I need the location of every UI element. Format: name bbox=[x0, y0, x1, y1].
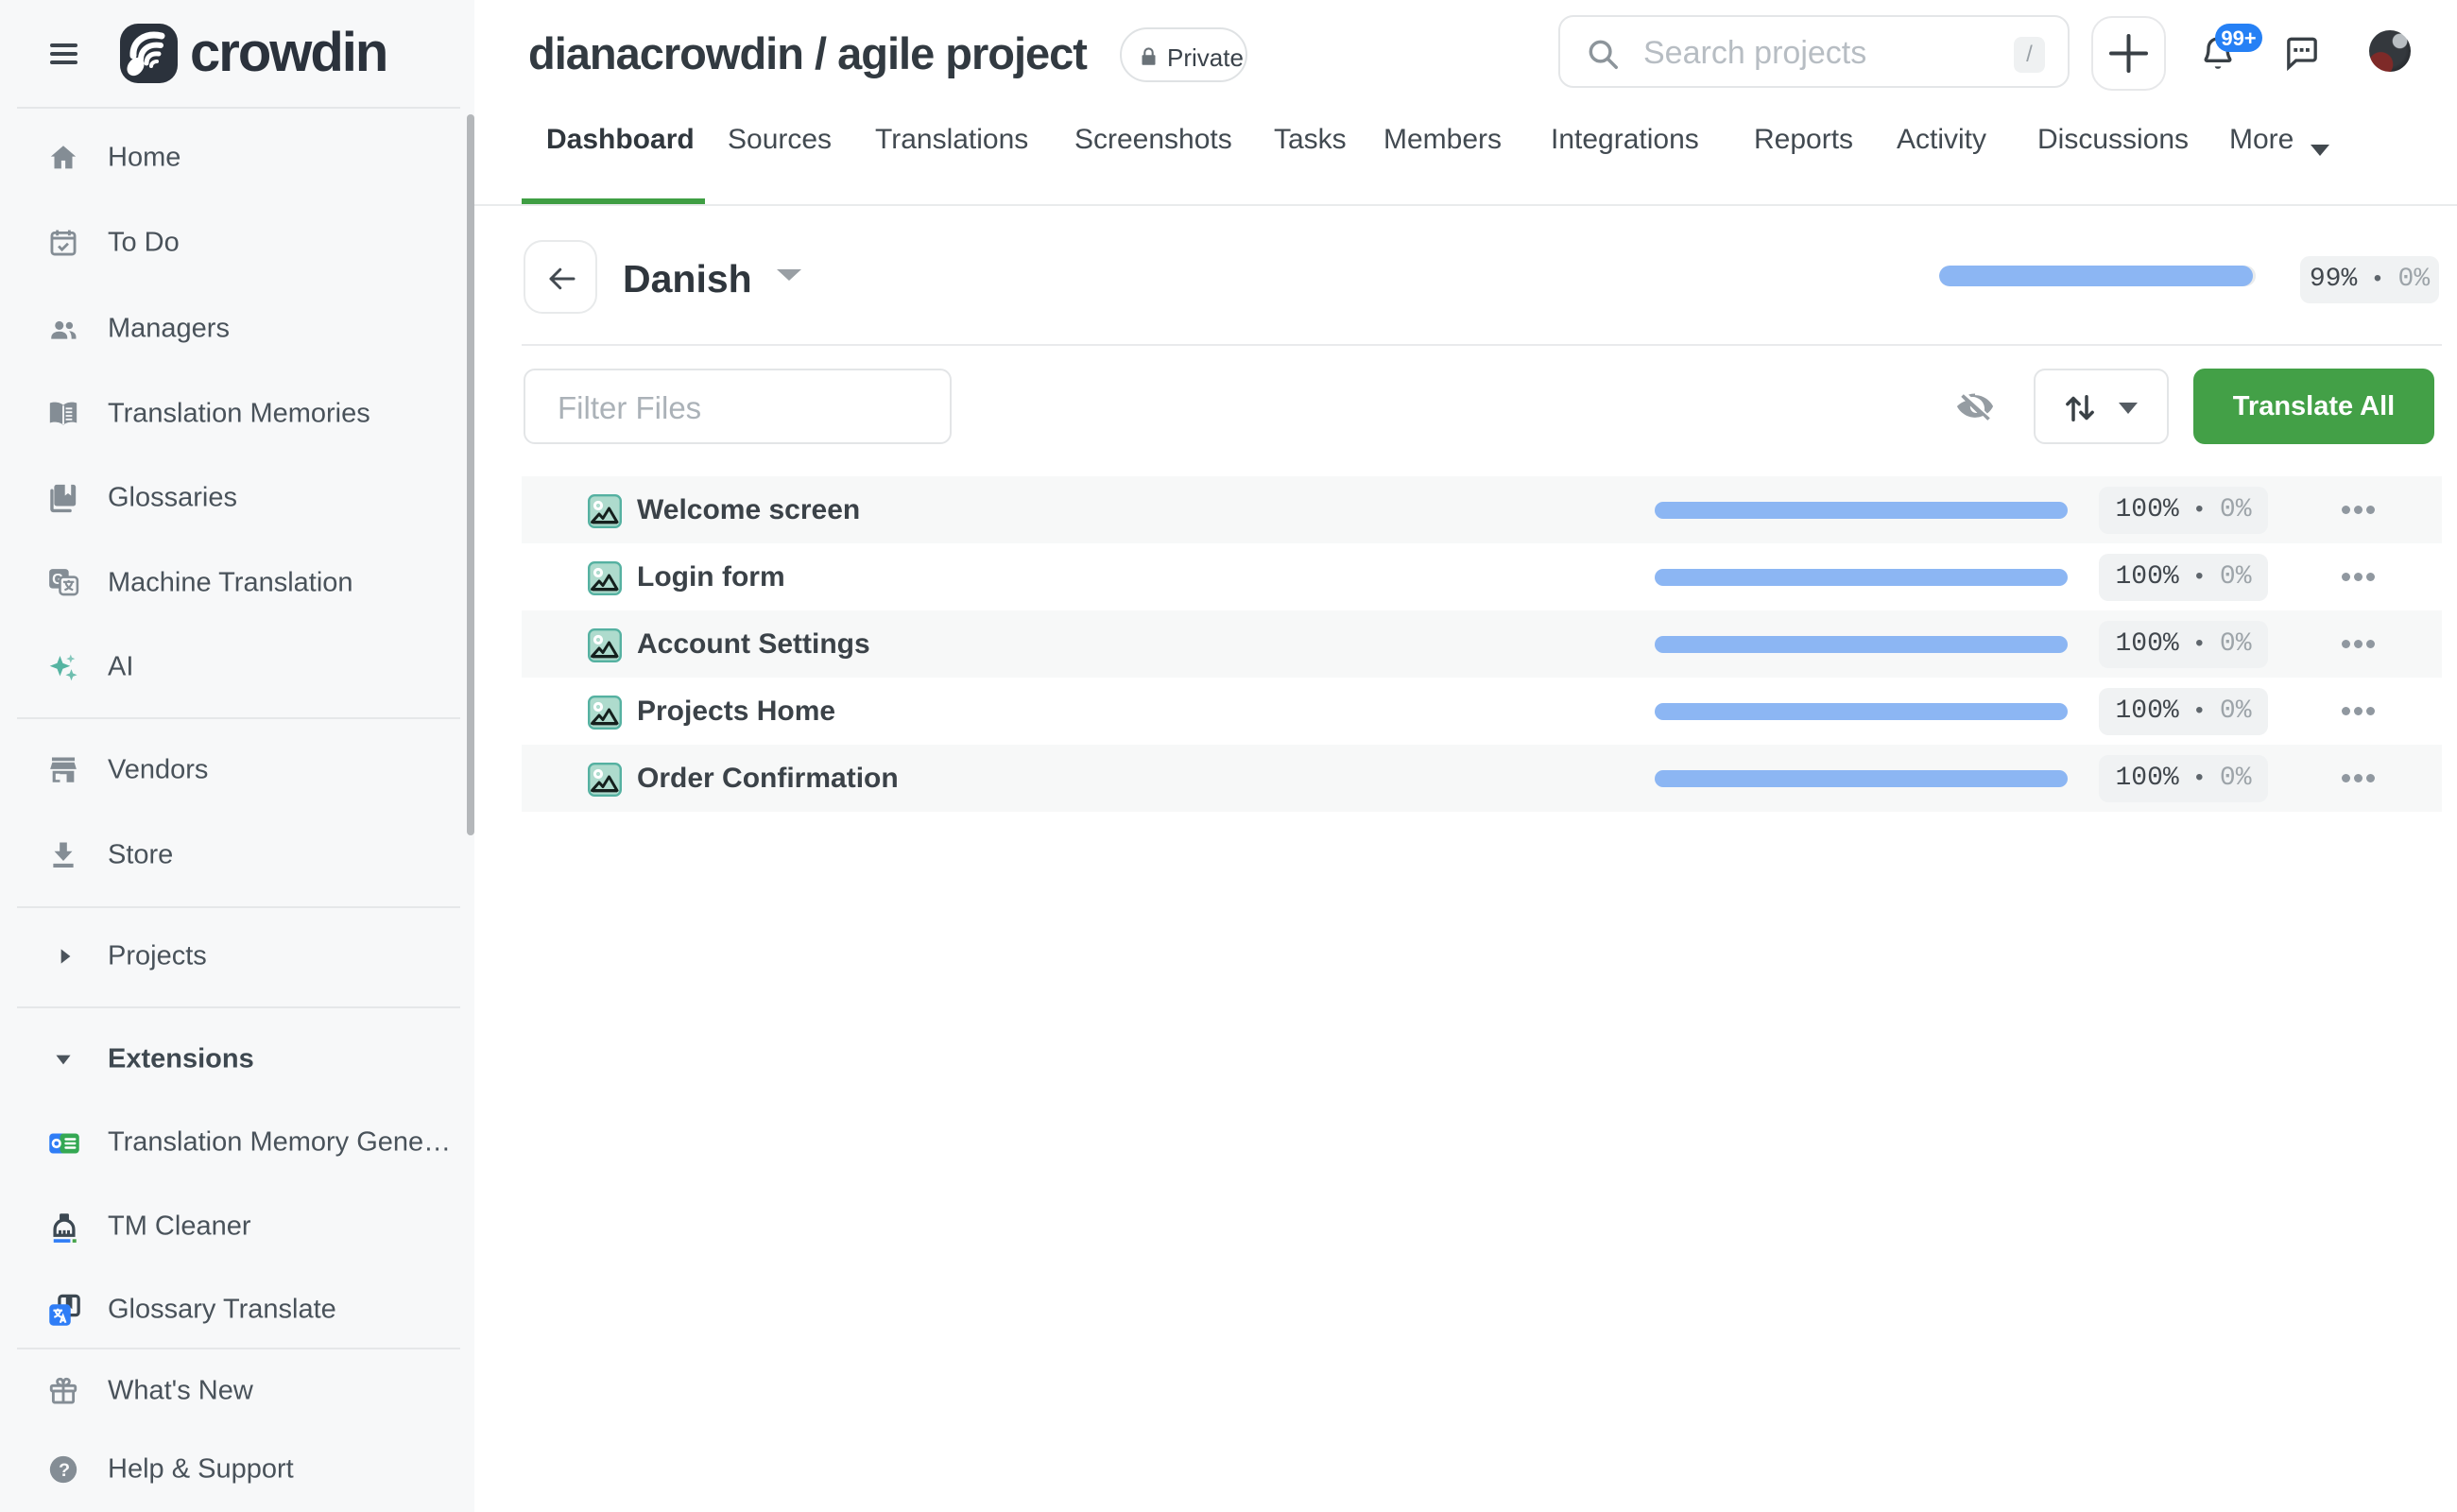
svg-text:?: ? bbox=[59, 1460, 70, 1481]
